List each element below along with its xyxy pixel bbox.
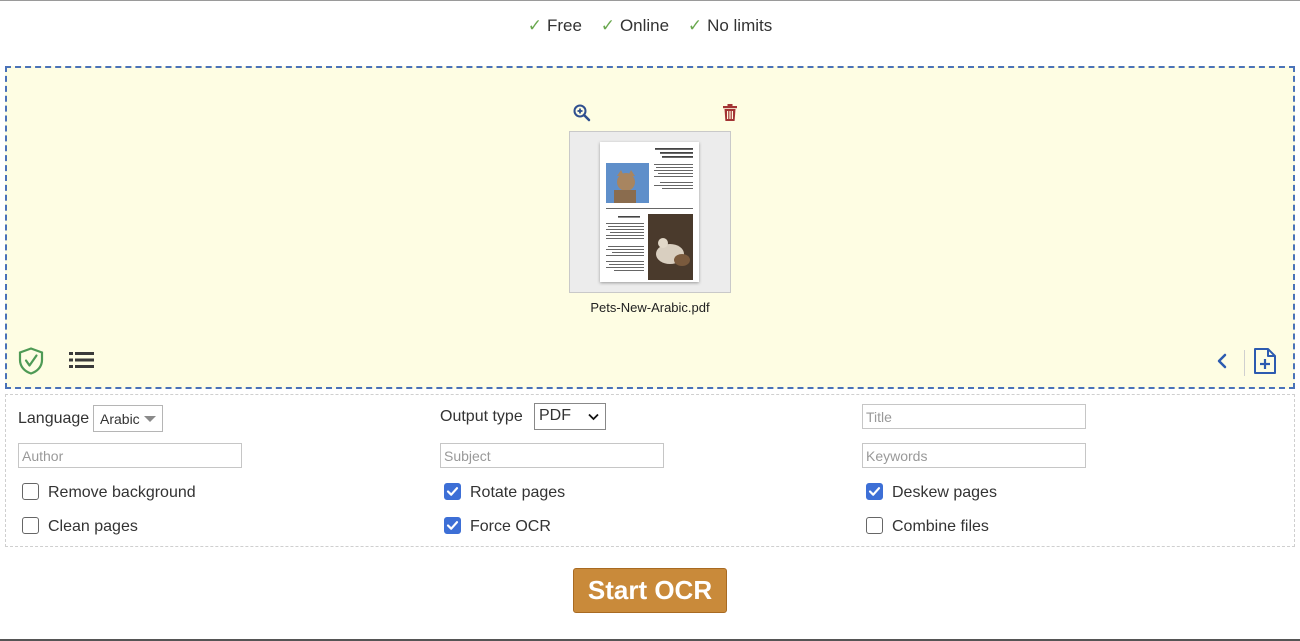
author-input[interactable] bbox=[18, 443, 242, 468]
force-ocr-label[interactable]: Force OCR bbox=[470, 518, 551, 536]
toolbar-divider bbox=[1244, 350, 1245, 376]
dropdown-arrow-icon bbox=[144, 416, 156, 422]
checkmark-icon: ✓ bbox=[527, 16, 542, 35]
rotate-pages-label[interactable]: Rotate pages bbox=[470, 484, 565, 502]
keywords-input[interactable] bbox=[862, 443, 1086, 468]
output-type-select-value: PDF bbox=[539, 407, 571, 424]
checkmark-icon: ✓ bbox=[687, 16, 703, 35]
clean-pages-checkbox[interactable] bbox=[22, 517, 39, 534]
combine-files-checkbox[interactable] bbox=[866, 517, 883, 534]
language-select[interactable]: Arabic bbox=[93, 405, 163, 432]
page-preview bbox=[600, 142, 699, 282]
feature-label: Online bbox=[619, 16, 670, 35]
trash-icon[interactable] bbox=[722, 104, 738, 122]
file-thumbnail[interactable] bbox=[569, 131, 731, 293]
output-type-select[interactable]: PDF bbox=[534, 403, 606, 430]
language-label: Language bbox=[18, 410, 90, 427]
deskew-pages-label[interactable]: Deskew pages bbox=[892, 484, 997, 502]
start-ocr-button[interactable]: Start OCR bbox=[573, 568, 727, 613]
checkmark-icon: ✓ bbox=[600, 16, 615, 35]
file-dropzone[interactable]: Pets-New-Arabic.pdf bbox=[5, 66, 1295, 389]
remove-background-label[interactable]: Remove background bbox=[48, 484, 196, 502]
list-icon[interactable] bbox=[69, 351, 94, 369]
file-name: Pets-New-Arabic.pdf bbox=[590, 300, 710, 315]
feature-free: ✓ Free bbox=[528, 16, 582, 36]
ocr-options-panel: Language Arabic Output type PDF Remove b… bbox=[5, 394, 1295, 547]
checkbox-check-icon bbox=[446, 521, 459, 530]
checkbox-check-icon bbox=[868, 487, 881, 496]
deskew-pages-checkbox[interactable] bbox=[866, 483, 883, 500]
shield-check-icon[interactable] bbox=[18, 347, 44, 375]
zoom-in-icon[interactable] bbox=[573, 104, 591, 122]
rotate-pages-checkbox[interactable] bbox=[444, 483, 461, 500]
language-select-value: Arabic bbox=[100, 411, 140, 427]
checkbox-check-icon bbox=[446, 487, 459, 496]
feature-no-limits: ✓ No limits bbox=[688, 16, 772, 36]
clean-pages-label[interactable]: Clean pages bbox=[48, 518, 138, 536]
feature-list: ✓ Free ✓ Online ✓ No limits bbox=[0, 16, 1300, 36]
add-file-icon[interactable] bbox=[1253, 347, 1277, 375]
output-type-label: Output type bbox=[440, 408, 523, 425]
subject-input[interactable] bbox=[440, 443, 664, 468]
thumbnail-toolbar bbox=[573, 104, 738, 128]
combine-files-label[interactable]: Combine files bbox=[892, 518, 989, 536]
chevron-down-icon bbox=[588, 413, 599, 421]
force-ocr-checkbox[interactable] bbox=[444, 517, 461, 534]
top-border bbox=[0, 0, 1300, 1]
chevron-left-icon[interactable] bbox=[1215, 352, 1229, 370]
remove-background-checkbox[interactable] bbox=[22, 483, 39, 500]
page-preview-image bbox=[606, 148, 693, 280]
feature-label: Free bbox=[547, 16, 582, 35]
feature-online: ✓ Online bbox=[601, 16, 669, 36]
feature-label: No limits bbox=[707, 16, 773, 35]
title-input[interactable] bbox=[862, 404, 1086, 429]
